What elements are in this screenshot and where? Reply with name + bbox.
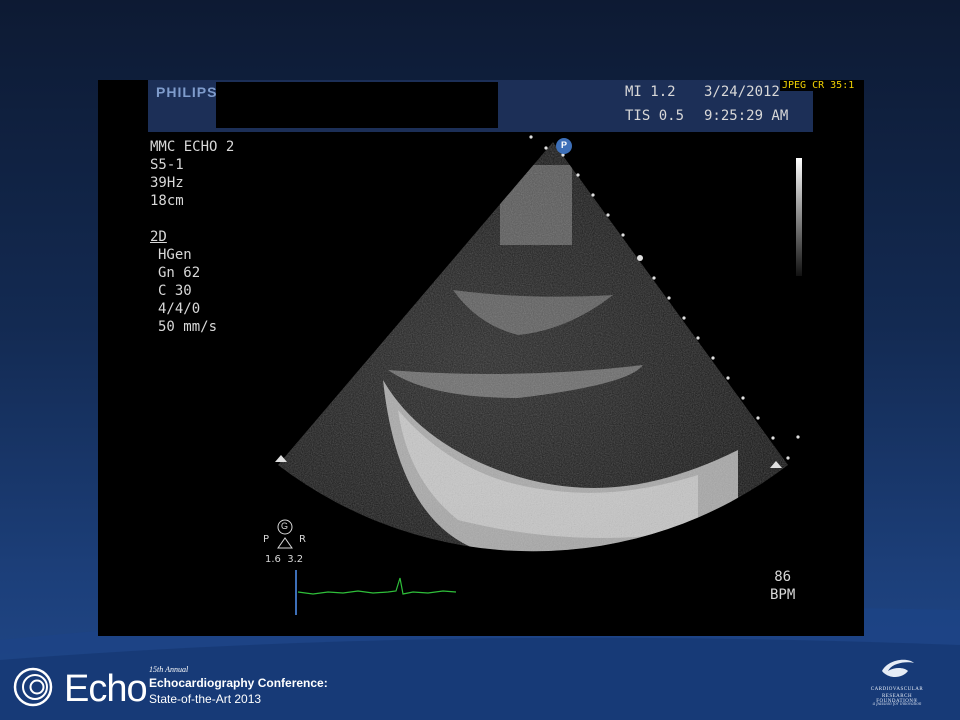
brand-label: PHILIPS	[156, 84, 218, 100]
org-tagline: a passion for innovation	[872, 702, 922, 707]
probe-marker-label: P	[561, 140, 568, 150]
echo-logo-text: Echo	[64, 668, 148, 710]
depth: 18cm	[150, 193, 184, 209]
echo-image-frame: PHILIPS MI 1.2 TIS 0.5 3/24/2012 9:25:29…	[98, 80, 864, 636]
sweep-setting: 50 mm/s	[158, 319, 218, 335]
mode-label: 2D	[150, 229, 167, 245]
gen-symbol: G	[281, 521, 289, 531]
probe-name: S5-1	[150, 157, 184, 173]
mi-value: MI 1.2	[625, 84, 676, 100]
conference-annual: 15th Annual	[149, 665, 189, 674]
exam-date: 3/24/2012	[704, 84, 780, 100]
orientation-right: R	[299, 534, 306, 545]
compress-setting: C 30	[158, 283, 192, 299]
frame-rate: 39Hz	[150, 175, 184, 191]
redacted-patient-info	[216, 82, 498, 128]
heart-rate-unit: BPM	[770, 587, 796, 603]
orientation-left: P	[263, 534, 270, 545]
heart-rate-value: 86	[774, 569, 792, 585]
echo-logo-icon	[13, 667, 53, 707]
compression-label: JPEG CR 35:1	[780, 80, 857, 91]
acquisition-params: MMC ECHO 2 S5-1 39Hz 18cm 2D HGen Gn 62 …	[150, 138, 234, 336]
org-name-line1: CARDIOVASCULAR	[870, 687, 924, 692]
exam-time: 9:25:29 AM	[704, 108, 789, 124]
harmonic-setting: HGen	[158, 247, 192, 263]
conference-title: Echocardiography Conference:	[149, 676, 328, 690]
ecg-trace	[297, 577, 457, 595]
probe-values: 1.6 3.2	[265, 554, 304, 565]
gain-setting: Gn 62	[158, 265, 201, 281]
persist-setting: 4/4/0	[158, 301, 201, 317]
tis-value: TIS 0.5	[625, 108, 685, 124]
heart-rate: 86 BPM	[770, 568, 795, 604]
conference-subtitle: State-of-the-Art 2013	[149, 692, 262, 706]
station-name: MMC ECHO 2	[150, 139, 235, 155]
grayscale-bar	[796, 158, 802, 276]
echo-header-bar: PHILIPS MI 1.2 TIS 0.5 3/24/2012 9:25:29…	[148, 80, 813, 132]
crf-logo-icon	[882, 659, 914, 677]
